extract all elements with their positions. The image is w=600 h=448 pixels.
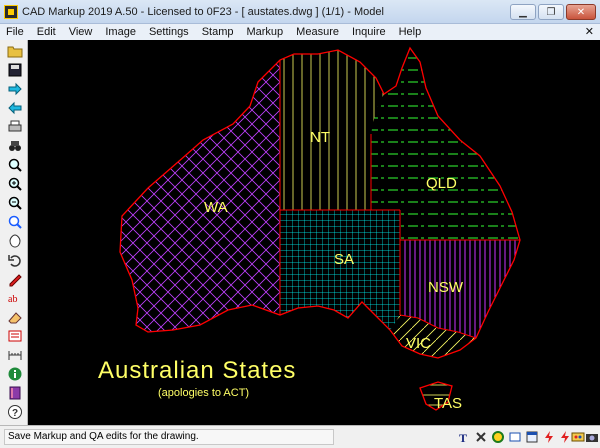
menu-image[interactable]: Image [105,26,136,38]
menu-settings[interactable]: Settings [149,26,189,38]
window-controls: ▁ ❐ ✕ [510,4,596,20]
palette-icon[interactable] [570,429,585,444]
book-icon[interactable] [6,384,24,402]
drawing-subtitle: (apologies to ACT) [158,387,249,399]
measure-icon[interactable] [6,346,24,364]
eraser-icon[interactable] [6,308,24,326]
color-fill-icon[interactable] [490,429,505,444]
text-tool-icon[interactable]: T [456,429,471,444]
drawing-title: Australian States [98,357,296,384]
left-toolbar: ab ? [0,40,28,425]
undo-icon[interactable] [6,251,24,269]
restore-button[interactable]: ❐ [538,4,564,20]
print-icon[interactable] [6,118,24,136]
label-nt: NT [310,129,330,146]
arrow-right-icon[interactable] [6,80,24,98]
menu-view[interactable]: View [69,26,93,38]
lightning-icon[interactable] [541,429,556,444]
australia-map: WA NT QLD SA NSW VIC TAS Australian Stat… [98,46,521,412]
menu-file[interactable]: File [6,26,24,38]
camera-icon[interactable] [584,429,599,444]
app-logo-icon[interactable] [4,4,18,19]
layer-icon[interactable] [507,429,522,444]
menu-edit[interactable]: Edit [37,26,56,38]
menu-markup[interactable]: Markup [246,26,283,38]
help-icon[interactable]: ? [6,403,24,421]
label-qld: QLD [426,175,457,192]
zoom-window-icon[interactable] [6,213,24,231]
menu-bar: File Edit View Image Settings Stamp Mark… [0,24,600,40]
window-icon[interactable] [524,429,539,444]
pan-icon[interactable] [6,232,24,250]
zoom-in-icon[interactable] [6,175,24,193]
pen-icon[interactable] [6,270,24,288]
minimize-button[interactable]: ▁ [510,4,536,20]
menu-stamp[interactable]: Stamp [202,26,234,38]
status-bar: Save Markup and QA edits for the drawing… [0,425,600,448]
svg-text:ab: ab [8,294,17,305]
label-sa: SA [334,251,354,268]
menu-help[interactable]: Help [399,26,422,38]
stamp-icon[interactable] [6,327,24,345]
menu-inquire[interactable]: Inquire [352,26,386,38]
label-nsw: NSW [428,279,464,296]
menu-measure[interactable]: Measure [296,26,339,38]
zoom-out-icon[interactable] [6,194,24,212]
window-title: CAD Markup 2019 A.50 - Licensed to 0F23 … [22,5,384,18]
binoculars-icon[interactable] [6,137,24,155]
document-close-button[interactable]: ✕ [585,25,594,38]
open-folder-icon[interactable] [6,42,24,60]
close-button[interactable]: ✕ [566,4,596,20]
label-tas: TAS [434,395,462,412]
zoom-icon[interactable] [6,156,24,174]
label-vic: VIC [406,335,431,352]
info-icon[interactable] [6,365,24,383]
arrow-left-icon[interactable] [6,99,24,117]
title-bar: CAD Markup 2019 A.50 - Licensed to 0F23 … [0,0,600,24]
text-ab-icon[interactable]: ab [6,289,24,307]
svg-text:T: T [459,431,467,444]
drawing-canvas[interactable]: WA NT QLD SA NSW VIC TAS Australian Stat… [28,40,600,425]
save-disk-icon[interactable] [6,61,24,79]
cross-icon[interactable] [473,429,488,444]
status-message: Save Markup and QA edits for the drawing… [4,429,334,445]
svg-text:?: ? [12,408,18,419]
label-wa: WA [204,199,228,216]
